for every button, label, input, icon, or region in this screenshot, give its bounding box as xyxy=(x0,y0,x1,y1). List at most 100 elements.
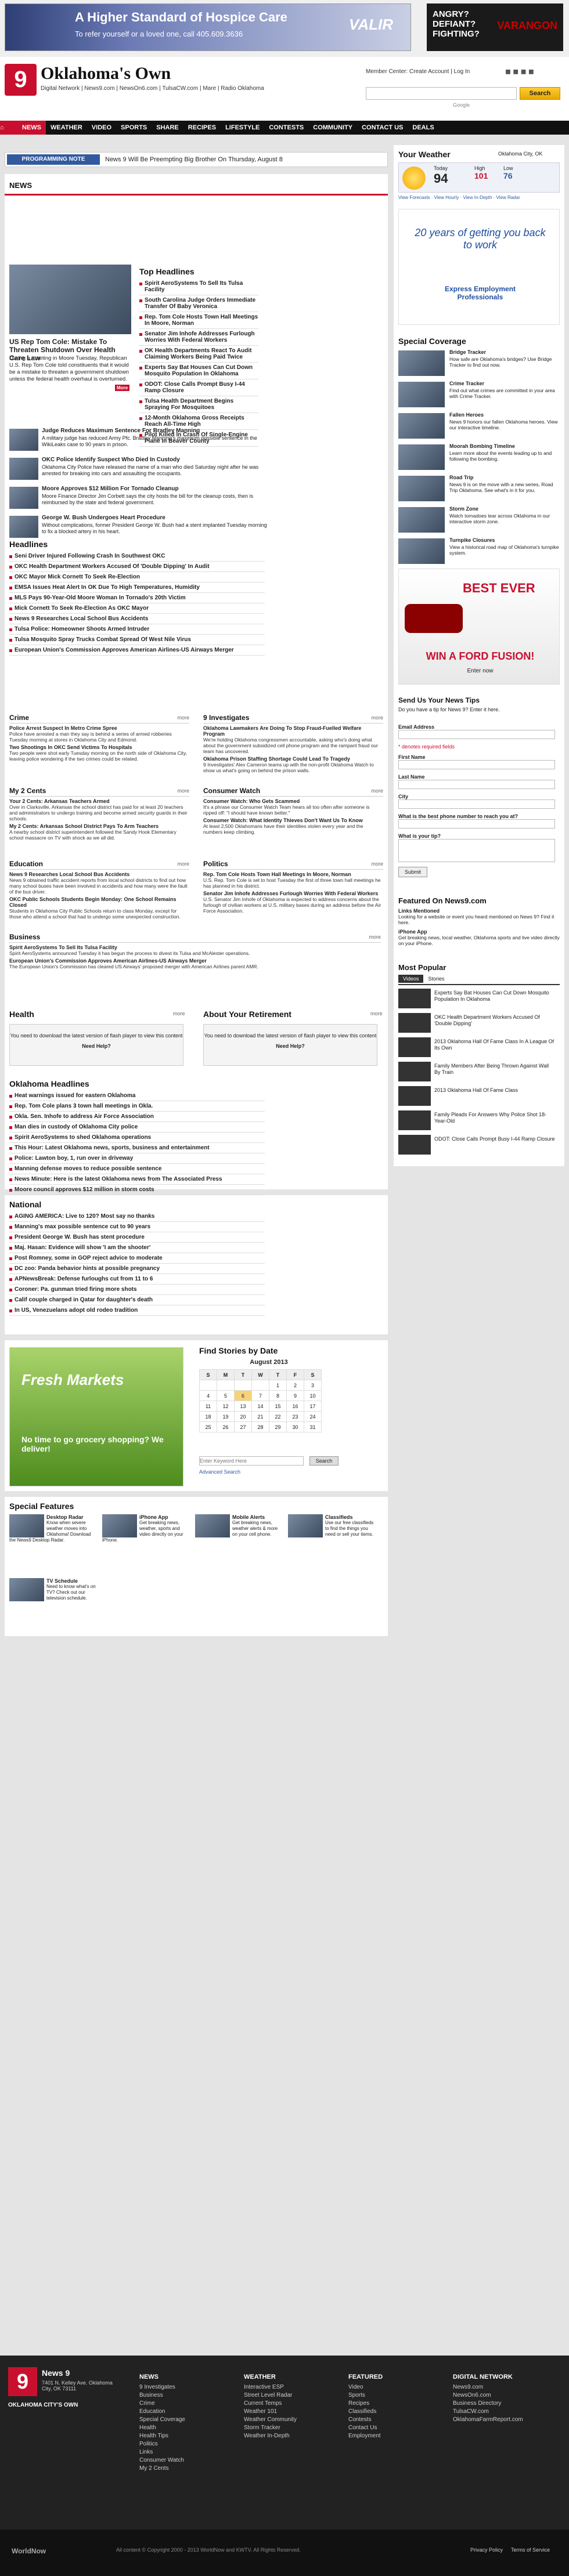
headline-item[interactable]: EMSA Issues Heat Alert In OK Due To High… xyxy=(9,583,265,593)
footer-link[interactable]: TulsaCW.com xyxy=(453,2408,523,2416)
footer-link[interactable]: Current Temps xyxy=(244,2400,297,2408)
ford-ad[interactable]: BEST EVER WIN A FORD FUSION! Enter now xyxy=(398,569,560,685)
feature-thumb[interactable] xyxy=(288,1514,323,1537)
coverage-thumb[interactable] xyxy=(398,413,445,439)
special-feature[interactable]: iPhone App Get breaking news, weather, sp… xyxy=(102,1514,189,1543)
indepth-link[interactable]: View In-Depth xyxy=(463,195,492,200)
nav-deals[interactable]: DEALS xyxy=(408,121,438,135)
calendar-day[interactable]: 27 xyxy=(234,1421,252,1432)
headline-item[interactable]: OKC Mayor Mick Cornett To Seek Re-Electi… xyxy=(9,572,265,583)
headline-item[interactable]: Moore council approves $12 million in st… xyxy=(9,1185,265,1195)
footer-link[interactable]: Politics xyxy=(139,2440,185,2448)
coverage-item[interactable]: Fallen Heroes News 9 honors our fallen Ok… xyxy=(398,412,560,441)
keyword-search-button[interactable]: Search xyxy=(309,1456,338,1466)
calendar-day[interactable]: 7 xyxy=(251,1390,269,1401)
nav-video[interactable]: VIDEO xyxy=(87,121,116,135)
headline-item[interactable]: Spirit AeroSystems to shed Oklahoma oper… xyxy=(9,1133,265,1143)
footer-link[interactable]: Education xyxy=(139,2408,185,2416)
coverage-item[interactable]: Road Trip News 9 is on the move with a ne… xyxy=(398,475,560,504)
footer-link[interactable]: Weather Community xyxy=(244,2416,297,2424)
weather-links[interactable]: View Forecasts · View Hourly · View In-D… xyxy=(398,195,561,200)
video-thumb[interactable] xyxy=(398,1135,431,1155)
phone-input[interactable] xyxy=(398,819,555,828)
footer-link[interactable]: Interactive ESP xyxy=(244,2383,297,2392)
story-thumb[interactable] xyxy=(9,429,38,451)
popular-title[interactable]: Family Members After Being Thrown Agains… xyxy=(434,1063,556,1076)
video-thumb[interactable] xyxy=(398,1013,431,1033)
headline-item[interactable]: Post Romney, some in GOP reject advice t… xyxy=(9,1253,265,1264)
coverage-title[interactable]: Fallen Heroes xyxy=(449,412,484,418)
featured-title[interactable]: iPhone App xyxy=(398,929,560,935)
nav-contact[interactable]: CONTACT US xyxy=(357,121,408,135)
coverage-thumb[interactable] xyxy=(398,444,445,470)
footer-link[interactable]: Contests xyxy=(348,2416,383,2424)
submit-button[interactable]: Submit xyxy=(398,867,427,877)
section-story-title[interactable]: Oklahoma Prison Staffing Shortage Could … xyxy=(203,756,383,762)
coverage-item[interactable]: Crime Tracker Find out what crimes are co… xyxy=(398,381,560,410)
more-link[interactable]: more xyxy=(177,788,189,794)
headline-item[interactable]: MLS Pays 90-Year-Old Moore Woman In Torn… xyxy=(9,593,265,603)
coverage-title[interactable]: Bridge Tracker xyxy=(449,349,486,355)
advanced-search-link[interactable]: Advanced Search xyxy=(199,1469,240,1475)
footer-link[interactable]: News9.com xyxy=(453,2383,523,2392)
special-feature[interactable]: Desktop Radar Know when severe weather mo… xyxy=(9,1514,96,1543)
need-help-link[interactable]: Need Help? xyxy=(10,1043,183,1049)
coverage-title[interactable]: Moorah Bombing Timeline xyxy=(449,443,515,449)
headline-item[interactable]: Experts Say Bat Houses Can Cut Down Mosq… xyxy=(139,363,258,379)
calendar-day[interactable]: 15 xyxy=(269,1401,287,1412)
calendar-day[interactable]: 8 xyxy=(269,1390,287,1401)
headline-item[interactable]: Coroner: Pa. gunman tried firing more sh… xyxy=(9,1285,265,1295)
headline-item[interactable]: South Carolina Judge Orders Immediate Tr… xyxy=(139,295,258,312)
privacy-link[interactable]: Privacy Policy xyxy=(470,2547,503,2553)
more-link[interactable]: more xyxy=(177,861,189,867)
account-links[interactable]: Member Center: Create Account | Log In xyxy=(366,68,470,75)
coverage-item[interactable]: Bridge Tracker How safe are Oklahoma's br… xyxy=(398,349,560,378)
coverage-title[interactable]: Turnpike Closures xyxy=(449,537,495,543)
calendar-day[interactable]: 19 xyxy=(217,1411,235,1422)
footer-link[interactable]: Weather 101 xyxy=(244,2408,297,2416)
calendar-day[interactable]: 6 xyxy=(234,1390,252,1401)
calendar-day[interactable]: 11 xyxy=(199,1401,217,1412)
more-link[interactable]: more xyxy=(371,715,383,721)
first-name-input[interactable] xyxy=(398,760,555,769)
calendar-day[interactable]: 1 xyxy=(269,1380,287,1391)
popular-item[interactable]: 2013 Oklahoma Hall Of Fame Class In A Le… xyxy=(398,1037,560,1059)
popular-title[interactable]: Experts Say Bat Houses Can Cut Down Mosq… xyxy=(434,990,556,1003)
footer-link[interactable]: Weather In-Depth xyxy=(244,2432,297,2440)
calendar-day[interactable]: 4 xyxy=(199,1390,217,1401)
coverage-item[interactable]: Storm Zone Watch tornadoes tear across Ok… xyxy=(398,506,560,535)
footer-link[interactable]: Consumer Watch xyxy=(139,2456,185,2465)
feature-thumb[interactable] xyxy=(195,1514,230,1537)
section-story-title[interactable]: Consumer Watch: What Identity Thieves Do… xyxy=(203,817,383,823)
headline-item[interactable]: Man dies in custody of Oklahoma City pol… xyxy=(9,1122,265,1133)
nav-lifestyle[interactable]: LIFESTYLE xyxy=(221,121,264,135)
nav-community[interactable]: COMMUNITY xyxy=(308,121,357,135)
popular-title[interactable]: OKC Health Department Workers Accused Of… xyxy=(434,1014,556,1027)
home-icon[interactable]: ⌂ xyxy=(0,121,17,135)
popular-title[interactable]: 2013 Oklahoma Hall Of Fame Class xyxy=(434,1087,556,1094)
more-link[interactable]: more xyxy=(177,715,189,721)
coverage-item[interactable]: Moorah Bombing Timeline Learn more about … xyxy=(398,443,560,472)
feature-thumb[interactable] xyxy=(9,1514,44,1537)
more-link[interactable]: more xyxy=(370,1011,383,1016)
footer-link[interactable]: Contact Us xyxy=(348,2424,383,2432)
terms-link[interactable]: Terms of Service xyxy=(511,2547,550,2553)
varangon-ad[interactable]: ANGRY? DEFIANT? FIGHTING? VARANGON xyxy=(427,3,563,51)
footer-link[interactable]: Business xyxy=(139,2392,185,2400)
footer-link[interactable]: Recipes xyxy=(348,2400,383,2408)
calendar-day[interactable]: 31 xyxy=(304,1421,322,1432)
story-title[interactable]: George W. Bush Undergoes Heart Procedure xyxy=(42,515,268,521)
footer-link[interactable]: Sports xyxy=(348,2392,383,2400)
headline-item[interactable]: This Hour: Latest Oklahoma news, sports,… xyxy=(9,1143,265,1153)
footer-link[interactable]: Business Directory xyxy=(453,2400,523,2408)
section-story-title[interactable]: Consumer Watch: Who Gets Scammed xyxy=(203,798,383,804)
feature-thumb[interactable] xyxy=(9,1578,44,1601)
story-thumb[interactable] xyxy=(9,458,38,480)
headline-item[interactable]: Senator Jim Inhofe Addresses Furlough Wo… xyxy=(139,329,258,346)
section-story-title[interactable]: Oklahoma Lawmakers Are Doing To Stop Fra… xyxy=(203,725,383,737)
calendar-day[interactable]: 22 xyxy=(269,1411,287,1422)
calendar-day[interactable]: 28 xyxy=(251,1421,269,1432)
headline-item[interactable]: OK Health Departments React To Audit Cla… xyxy=(139,346,258,363)
popular-item[interactable]: Family Pleads For Answers Why Police Sho… xyxy=(398,1110,560,1133)
story-title[interactable]: OKC Police Identify Suspect Who Died In … xyxy=(42,457,268,463)
